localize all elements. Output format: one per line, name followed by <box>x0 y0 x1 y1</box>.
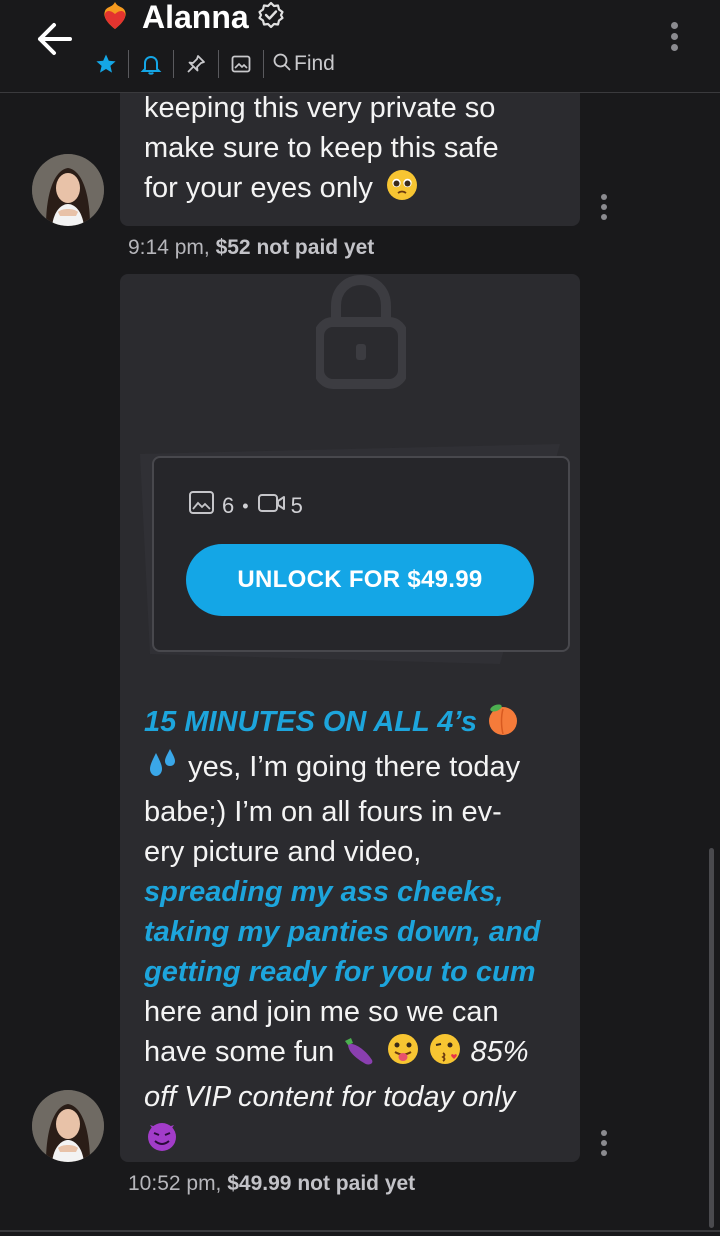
bottom-divider <box>0 1230 720 1232</box>
contact-name: Alanna <box>142 0 249 35</box>
message-text: 15 MINUTES ON ALL 4’s yes, I’m going the… <box>144 702 574 1164</box>
toolbar-divider <box>218 50 219 78</box>
message-price: $49.99 <box>227 1172 292 1195</box>
locked-media-card: 6 • 5 UNLOCK FOR $49.99 <box>152 456 570 652</box>
sweat-droplets-emoji-icon <box>144 747 180 792</box>
message-line: make sure to keep this safe <box>144 132 499 164</box>
payment-status: not paid yet <box>256 236 375 259</box>
gallery-icon[interactable] <box>227 50 255 78</box>
message-line: 15 MINUTES ON ALL 4’s <box>144 702 574 747</box>
message-time: 9:14 pm, <box>128 236 210 259</box>
message-line: spreading my ass cheeks, <box>144 876 504 908</box>
peach-emoji-icon <box>485 702 521 747</box>
message-heading: 15 MINUTES ON ALL 4’s <box>144 706 478 738</box>
search-icon <box>272 52 292 77</box>
message-line: here and join me so we can <box>144 996 499 1028</box>
message-line: babe;) I’m on all fours in ev- <box>144 796 502 828</box>
message-line: yes, I’m going there today <box>144 747 574 792</box>
message-line: have some fun 85% <box>144 1032 574 1077</box>
message-options-icon[interactable] <box>600 194 608 220</box>
message-meta: 9:14 pm, $52 not paid yet <box>128 236 374 260</box>
video-icon <box>257 492 287 520</box>
lock-icon <box>314 274 408 395</box>
message-price: $52 <box>215 236 251 259</box>
tongue-face-emoji-icon <box>386 1032 420 1077</box>
message-line <box>144 1117 574 1164</box>
message-line: getting ready for you to cum <box>144 956 536 988</box>
chat-header: Alanna Find <box>0 0 720 93</box>
locked-message-bubble: 6 • 5 UNLOCK FOR $49.99 15 MINUTES ON AL… <box>120 274 580 1162</box>
pleading-face-emoji-icon <box>385 168 419 213</box>
kiss-face-emoji-icon <box>428 1032 462 1077</box>
message-line: keeping this very private so <box>144 92 496 124</box>
avatar[interactable] <box>32 1090 104 1162</box>
contact-name-row[interactable]: Alanna <box>96 0 285 34</box>
scrollbar[interactable] <box>709 848 714 1228</box>
avatar[interactable] <box>32 154 104 226</box>
unlock-button[interactable]: UNLOCK FOR $49.99 <box>186 544 534 616</box>
message-options-icon[interactable] <box>600 1130 608 1156</box>
message-text: keeping this very private so make sure t… <box>144 88 574 213</box>
star-icon[interactable] <box>92 50 120 78</box>
toolbar-divider <box>173 50 174 78</box>
eggplant-emoji-icon <box>342 1032 378 1077</box>
toolbar-divider <box>128 50 129 78</box>
message-bubble: keeping this very private so make sure t… <box>120 70 580 226</box>
message-line: for your eyes only <box>144 168 574 213</box>
video-count: 5 <box>290 493 303 518</box>
back-arrow-icon[interactable] <box>28 16 78 62</box>
message-meta: 10:52 pm, $49.99 not paid yet <box>128 1172 415 1196</box>
heart-fire-icon <box>96 0 134 37</box>
message-line: ery picture and video, <box>144 836 422 868</box>
message-line: off VIP content for today only <box>144 1081 516 1113</box>
count-separator: • <box>242 495 249 516</box>
image-count: 6 <box>222 493 235 518</box>
message-line: taking my panties down, and <box>144 916 541 948</box>
bell-icon[interactable] <box>137 50 165 78</box>
offer-percentage: 85% <box>470 1036 529 1068</box>
verified-icon <box>257 1 285 34</box>
toolbar-divider <box>263 50 264 78</box>
pin-icon[interactable] <box>182 50 210 78</box>
smiling-devil-emoji-icon <box>144 1117 180 1164</box>
media-counts: 6 • 5 <box>188 490 303 522</box>
find-label: Find <box>294 52 335 75</box>
find-button[interactable]: Find <box>272 52 335 77</box>
more-vertical-icon[interactable] <box>670 22 678 51</box>
payment-status: not paid yet <box>297 1172 416 1195</box>
message-time: 10:52 pm, <box>128 1172 222 1195</box>
chat-toolbar: Find <box>92 48 335 80</box>
image-icon <box>188 490 216 522</box>
